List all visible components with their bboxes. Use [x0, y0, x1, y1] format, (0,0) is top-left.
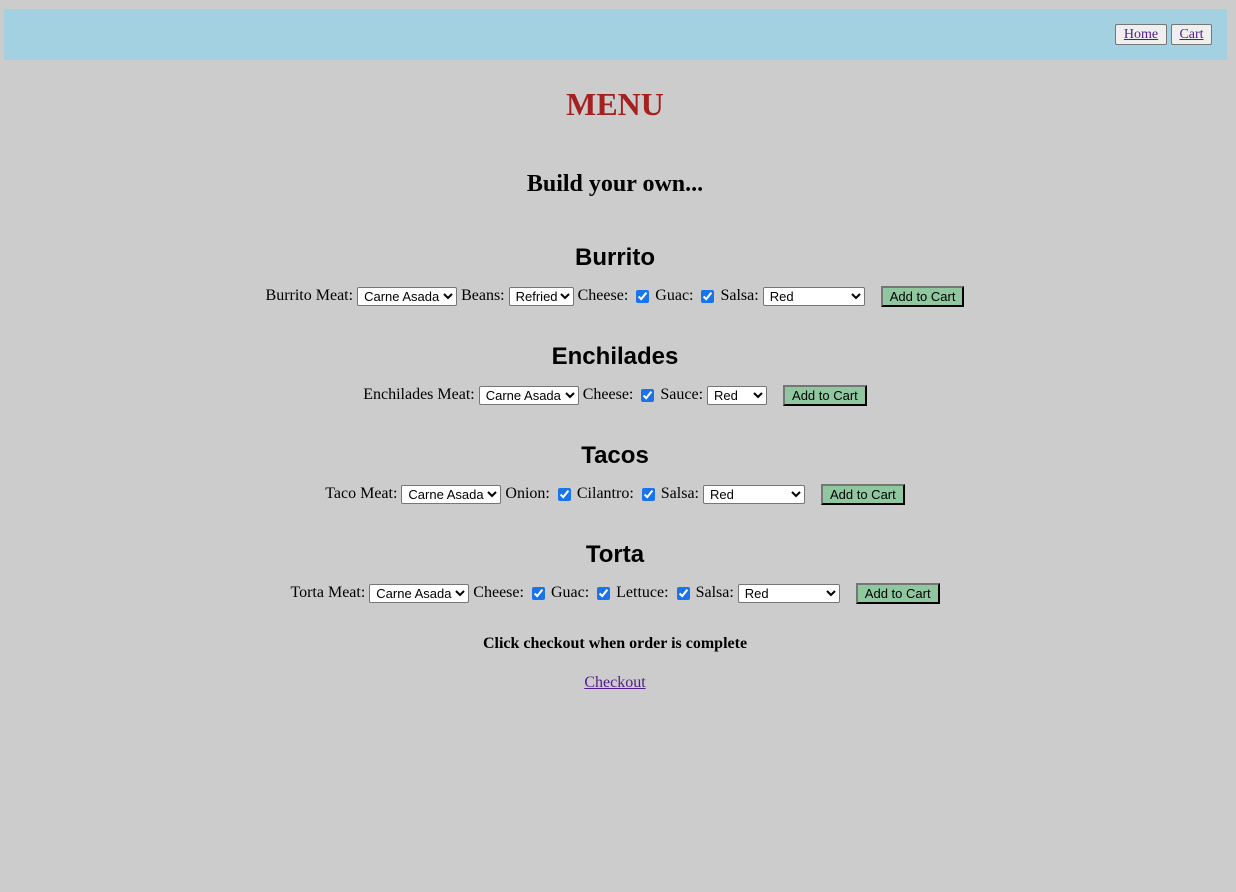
taco-meat-label: Taco Meat: — [325, 485, 398, 502]
burrito-guac-label: Guac: — [655, 287, 694, 304]
enchilades-meat-label: Enchilades Meat: — [363, 386, 475, 403]
torta-cheese-label: Cheese: — [473, 584, 524, 601]
taco-cilantro-checkbox[interactable] — [641, 487, 655, 501]
burrito-guac-checkbox[interactable] — [701, 289, 715, 303]
enchilades-sauce-label: Sauce: — [660, 386, 704, 403]
torta-guac-checkbox[interactable] — [597, 586, 611, 600]
page-title: MENU — [566, 86, 664, 122]
taco-onion-checkbox[interactable] — [557, 487, 571, 501]
taco-salsa-label: Salsa: — [660, 485, 699, 502]
top-navbar: Home Cart — [4, 9, 1227, 60]
taco-onion-label: Onion: — [505, 485, 550, 502]
taco-meat-select[interactable]: Carne Asada — [401, 484, 502, 504]
burrito-cheese-label: Cheese: — [577, 287, 629, 304]
taco-cilantro-label: Cilantro: — [576, 485, 634, 502]
checkout-link[interactable]: Checkout — [584, 674, 645, 691]
burrito-add-to-cart-button[interactable]: Add to Cart — [880, 285, 965, 307]
taco-salsa-select[interactable]: Red — [702, 484, 805, 504]
cart-link[interactable]: Cart — [1179, 27, 1203, 42]
enchilades-title: Enchilades — [551, 343, 679, 370]
burrito-salsa-select[interactable]: Red — [762, 286, 865, 306]
enchilades-cheese-checkbox[interactable] — [641, 388, 655, 402]
torta-lettuce-label: Lettuce: — [616, 584, 669, 601]
torta-title: Torta — [585, 541, 645, 568]
burrito-beans-select[interactable]: Refried — [508, 286, 574, 306]
torta-salsa-select[interactable]: Red — [737, 583, 840, 603]
checkout-container: Checkout — [0, 673, 1230, 693]
page-subtitle: Build your own... — [526, 171, 704, 197]
tacos-add-to-cart-button[interactable]: Add to Cart — [820, 483, 905, 505]
cart-button[interactable]: Cart — [1171, 24, 1212, 45]
burrito-title: Burrito — [575, 244, 655, 271]
home-button[interactable]: Home — [1115, 24, 1167, 45]
burrito-options-row: Burrito Meat: Carne Asada Beans: Refried… — [0, 285, 1230, 307]
burrito-cheese-checkbox[interactable] — [636, 289, 650, 303]
enchilades-meat-select[interactable]: Carne Asada — [478, 385, 579, 405]
menu-page: Home Cart MENU Build your own... Burrito… — [0, 0, 1236, 892]
enchilades-cheese-label: Cheese: — [582, 386, 634, 403]
enchilades-sauce-select[interactable]: Red — [707, 385, 768, 405]
tacos-title: Tacos — [581, 442, 649, 469]
home-link[interactable]: Home — [1124, 27, 1158, 42]
torta-meat-select[interactable]: Carne Asada — [369, 583, 470, 603]
torta-add-to-cart-button[interactable]: Add to Cart — [855, 582, 940, 604]
burrito-beans-label: Beans: — [461, 287, 505, 304]
enchilades-add-to-cart-button[interactable]: Add to Cart — [783, 384, 867, 406]
burrito-salsa-label: Salsa: — [720, 287, 759, 304]
torta-lettuce-checkbox[interactable] — [676, 586, 690, 600]
torta-meat-label: Torta Meat: — [290, 584, 366, 601]
torta-salsa-label: Salsa: — [695, 584, 734, 601]
burrito-meat-label: Burrito Meat: — [265, 287, 354, 304]
tacos-options-row: Taco Meat: Carne Asada Onion: Cilantro: … — [0, 483, 1230, 505]
checkout-instruction: Click checkout when order is complete — [482, 635, 748, 652]
torta-cheese-checkbox[interactable] — [531, 586, 545, 600]
torta-guac-label: Guac: — [550, 584, 590, 601]
enchilades-options-row: Enchilades Meat: Carne Asada Cheese: Sau… — [0, 384, 1230, 406]
torta-options-row: Torta Meat: Carne Asada Cheese: Guac: Le… — [0, 582, 1230, 604]
burrito-meat-select[interactable]: Carne Asada — [357, 286, 458, 306]
